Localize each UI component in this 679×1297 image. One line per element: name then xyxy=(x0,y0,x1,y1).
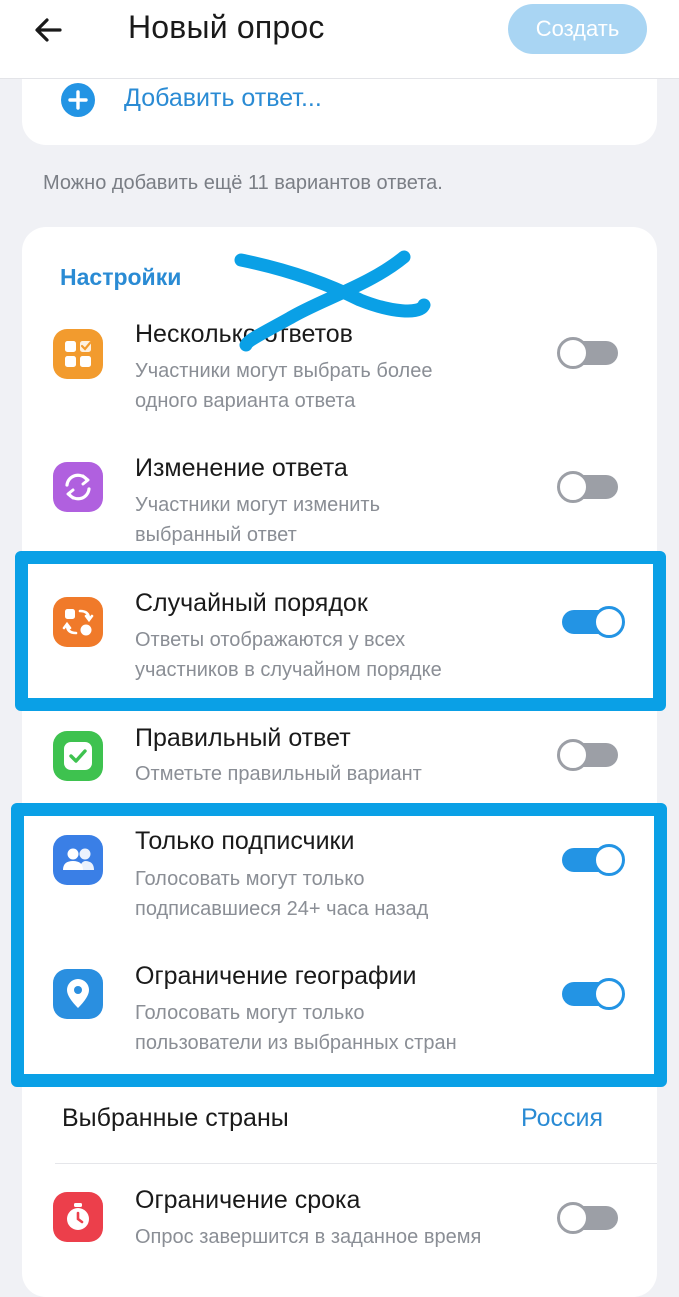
change-answer-title: Изменение ответа xyxy=(135,454,348,482)
multiple-answers-toggle[interactable] xyxy=(557,337,618,369)
timer-icon xyxy=(53,1192,103,1242)
toggle-knob xyxy=(557,739,589,771)
time-limit-title: Ограничение срока xyxy=(135,1186,361,1214)
change-answer-subtitle-line-2: выбранный ответ xyxy=(135,524,297,546)
create-button[interactable]: Создать xyxy=(508,4,647,54)
time-limit-toggle[interactable] xyxy=(557,1202,618,1234)
plus-circle-icon[interactable] xyxy=(61,83,95,117)
divider xyxy=(55,1163,657,1164)
page-title: Новый опрос xyxy=(128,9,325,45)
change-answer-icon xyxy=(53,462,103,512)
toggle-knob xyxy=(557,1202,589,1234)
toggle-knob xyxy=(557,337,589,369)
highlight-box-subscribers-geography xyxy=(11,803,667,1087)
correct-answer-title: Правильный ответ xyxy=(135,724,351,752)
selected-countries-label[interactable]: Выбранные страны xyxy=(62,1104,289,1133)
multiple-answers-subtitle-line-1: Участники могут выбрать более xyxy=(135,360,433,382)
answers-hint: Можно добавить ещё 11 вариантов ответа. xyxy=(43,172,443,194)
multiple-answers-subtitle-line-2: одного варианта ответа xyxy=(135,390,356,412)
toggle-knob xyxy=(557,471,589,503)
top-app-bar: Новый опрос Создать xyxy=(0,0,679,79)
add-answer-button[interactable]: Добавить ответ... xyxy=(124,84,322,113)
selected-countries-value[interactable]: Россия xyxy=(521,1104,603,1133)
highlight-box-random-order xyxy=(15,551,666,711)
change-answer-toggle[interactable] xyxy=(557,471,618,503)
checkmark-icon xyxy=(53,731,103,781)
change-answer-subtitle-line-1: Участники могут изменить xyxy=(135,494,380,516)
correct-answer-subtitle: Отметьте правильный вариант xyxy=(135,763,422,785)
correct-answer-toggle[interactable] xyxy=(557,739,618,771)
time-limit-subtitle: Опрос завершится в заданное время xyxy=(135,1226,482,1248)
back-button[interactable] xyxy=(30,10,70,50)
arrow-left-icon xyxy=(35,18,62,42)
settings-section-title: Настройки xyxy=(60,264,182,290)
multiple-answers-title: Несколько ответов xyxy=(135,320,353,348)
multiple-answers-icon xyxy=(53,329,103,379)
